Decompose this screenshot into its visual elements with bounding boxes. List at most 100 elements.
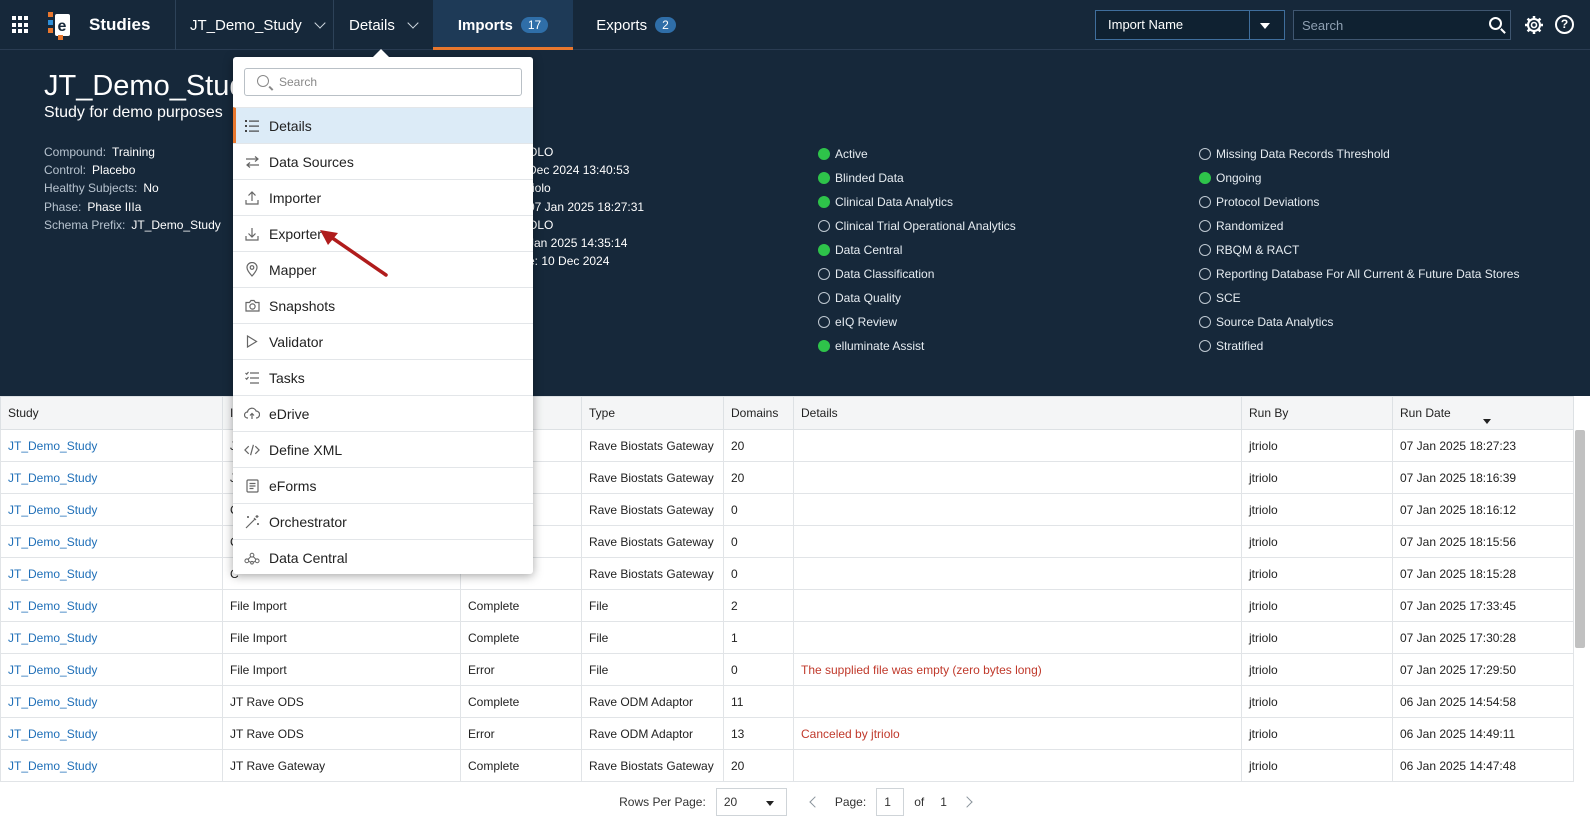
menu-item-importer[interactable]: Importer (233, 179, 533, 215)
flag-item: Data Quality (818, 286, 1016, 310)
flag-item: Clinical Trial Operational Analytics (818, 214, 1016, 238)
table-row[interactable]: JT_Demo_Study File Import Complete File 1 jtr… (0, 621, 1574, 654)
checklist-icon (244, 370, 260, 386)
cell-type: Rave Biostats Gateway (581, 557, 724, 590)
help-icon[interactable]: ? (1555, 15, 1574, 34)
sort-desc-icon[interactable] (1483, 419, 1491, 424)
menu-item-data-central[interactable]: Data Central (233, 539, 533, 575)
cell-run-date: 07 Jan 2025 18:15:56 (1392, 525, 1574, 558)
cell-study[interactable]: JT_Demo_Study (0, 749, 223, 782)
cell-study[interactable]: JT_Demo_Study (0, 557, 223, 590)
menu-item-define-xml[interactable]: Define XML (233, 431, 533, 467)
menu-item-label: eDrive (269, 405, 310, 422)
rows-per-page-label: Rows Per Page: (619, 795, 706, 809)
chevron-right-icon[interactable] (961, 796, 973, 808)
column-header-domains[interactable]: Domains (723, 396, 794, 430)
menu-item-orchestrator[interactable]: Orchestrator (233, 503, 533, 539)
table-row[interactable]: JT_Demo_Study JT Rave ODS Complete Rave ODM… (0, 685, 1574, 718)
cell-details (793, 621, 1242, 654)
audit-value: Jan 2025 14:35:14 (528, 236, 628, 251)
top-bar: e Studies JT_Demo_Study Details Imports … (0, 0, 1590, 50)
study-selector[interactable]: JT_Demo_Study (190, 0, 326, 50)
column-header-details[interactable]: Details (793, 396, 1242, 430)
chevron-down-icon (407, 16, 419, 29)
table-row[interactable]: JT_Demo_Study File Import Complete File 2 jtr… (0, 589, 1574, 622)
flag-item: Clinical Data Analytics (818, 190, 1016, 214)
search-field-select[interactable]: Import Name (1095, 10, 1285, 40)
study-selector-label: JT_Demo_Study (190, 16, 302, 34)
property-row: Control: Placebo (44, 163, 136, 178)
list-icon (244, 118, 260, 134)
cell-study[interactable]: JT_Demo_Study (0, 653, 223, 686)
flag-item: elluminate Assist (818, 334, 1016, 358)
menu-item-label: Importer (269, 189, 322, 206)
cell-type: Rave Biostats Gateway (581, 493, 724, 526)
column-header-study[interactable]: Study (0, 396, 223, 430)
audit-value: OLO (528, 145, 554, 159)
cell-study[interactable]: JT_Demo_Study (0, 589, 223, 622)
cell-study[interactable]: JT_Demo_Study (0, 461, 223, 494)
cell-domains: 11 (723, 685, 794, 718)
menu-item-tasks[interactable]: Tasks (233, 359, 533, 395)
table-scrollbar[interactable] (1575, 430, 1585, 648)
column-header-run-date[interactable]: Run Date (1392, 396, 1574, 430)
rows-per-page-select[interactable]: 20 (715, 788, 787, 816)
details-menu-trigger[interactable]: Details (349, 0, 419, 50)
status-dot-icon (1199, 244, 1211, 256)
menu-item-validator[interactable]: Validator (233, 323, 533, 359)
total-pages: 1 (940, 795, 947, 809)
menu-item-data-sources[interactable]: Data Sources (233, 143, 533, 179)
column-header-type[interactable]: Type (581, 396, 724, 430)
menu-item-details[interactable]: Details (233, 107, 533, 143)
cell-study[interactable]: JT_Demo_Study (0, 429, 223, 462)
cell-run-date: 06 Jan 2025 14:47:48 (1392, 749, 1574, 782)
flag-item: Source Data Analytics (1199, 310, 1519, 334)
code-icon (244, 442, 260, 458)
brand-title[interactable]: Studies (89, 15, 150, 35)
cell-type: Rave ODM Adaptor (581, 685, 724, 718)
cell-study[interactable]: JT_Demo_Study (0, 621, 223, 654)
audit-value: OLO (528, 217, 554, 232)
cell-name: JT Rave Gateway (222, 749, 461, 782)
status-dot-icon (1199, 220, 1211, 232)
cell-study[interactable]: JT_Demo_Study (0, 525, 223, 558)
cell-status: Error (460, 653, 582, 686)
cell-run-by: jtriolo (1241, 653, 1393, 686)
menu-item-eforms[interactable]: eForms (233, 467, 533, 503)
cell-domains: 0 (723, 653, 794, 686)
tab-imports[interactable]: Imports 17 (433, 0, 573, 50)
search-input[interactable]: Search (1293, 10, 1511, 40)
status-dot-icon (1199, 292, 1211, 304)
menu-search-input[interactable]: Search (244, 68, 522, 96)
cell-study[interactable]: JT_Demo_Study (0, 685, 223, 718)
cell-run-by: jtriolo (1241, 749, 1393, 782)
page-number-input[interactable]: 1 (876, 788, 905, 816)
table-row[interactable]: JT_Demo_Study JT Rave Gateway Complete Rave… (0, 749, 1574, 782)
play-icon (244, 334, 260, 350)
menu-list: Details Data Sources Importer Exporter Mappe… (233, 107, 533, 575)
cell-study[interactable]: JT_Demo_Study (0, 717, 223, 750)
menu-item-snapshots[interactable]: Snapshots (233, 287, 533, 323)
cell-study[interactable]: JT_Demo_Study (0, 493, 223, 526)
search-icon[interactable] (1489, 17, 1502, 30)
caret-down-icon (765, 801, 774, 806)
flag-item: RBQM & RACT (1199, 238, 1519, 262)
cell-type: Rave Biostats Gateway (581, 749, 724, 782)
menu-item-edrive[interactable]: eDrive (233, 395, 533, 431)
tab-imports-label: Imports (457, 16, 513, 34)
chevron-left-icon[interactable] (809, 796, 821, 808)
table-row[interactable]: JT_Demo_Study JT Rave ODS Error Rave ODM Ad… (0, 717, 1574, 750)
svg-text:e: e (58, 18, 67, 35)
cell-run-by: jtriolo (1241, 525, 1393, 558)
cell-run-by: jtriolo (1241, 429, 1393, 462)
page-title: JT_Demo_Stud (44, 70, 246, 102)
property-row: Healthy Subjects: No (44, 181, 159, 196)
table-row[interactable]: JT_Demo_Study File Import Error File 0 The su… (0, 653, 1574, 686)
cell-run-date: 07 Jan 2025 18:16:12 (1392, 493, 1574, 526)
column-header-run-by[interactable]: Run By (1241, 396, 1393, 430)
gear-icon[interactable] (1524, 15, 1544, 35)
tab-exports[interactable]: Exports 2 (577, 0, 695, 50)
caret-down-icon[interactable] (1260, 23, 1270, 29)
cell-run-date: 06 Jan 2025 14:49:11 (1392, 717, 1574, 750)
apps-grid-icon[interactable] (12, 16, 30, 34)
